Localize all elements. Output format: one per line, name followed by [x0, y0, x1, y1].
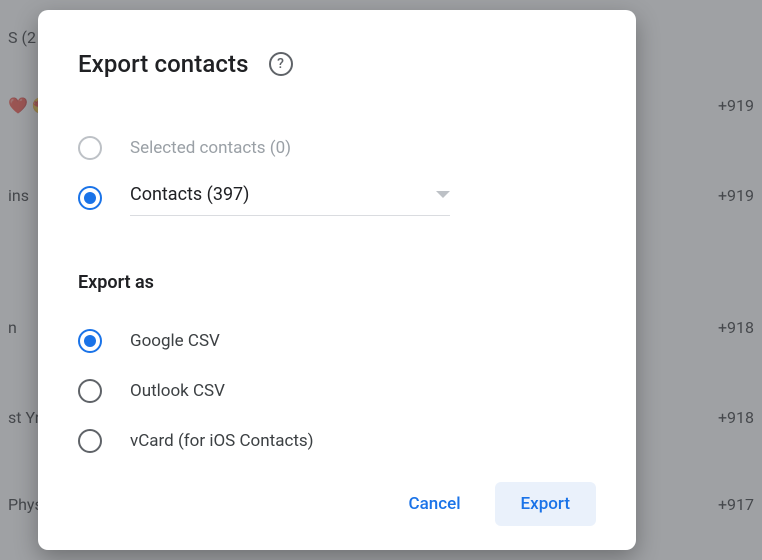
dialog-title: Export contacts	[78, 50, 249, 78]
radio-label: Selected contacts (0)	[130, 138, 291, 158]
export-contacts-dialog: Export contacts ? Selected contacts (0) …	[38, 10, 636, 550]
radio-outlook-csv[interactable]: Outlook CSV	[78, 367, 596, 415]
chevron-down-icon	[436, 191, 450, 198]
source-radio-group: Selected contacts (0) Contacts (397)	[78, 124, 596, 222]
dialog-header: Export contacts ?	[78, 50, 596, 78]
radio-selected-contacts: Selected contacts (0)	[78, 124, 596, 172]
contacts-dropdown[interactable]: Contacts (397)	[130, 180, 450, 216]
radio-google-csv[interactable]: Google CSV	[78, 317, 596, 365]
cancel-button[interactable]: Cancel	[383, 482, 487, 526]
radio-contacts[interactable]: Contacts (397)	[78, 174, 596, 222]
radio-icon	[78, 329, 102, 353]
dropdown-label: Contacts (397)	[130, 184, 249, 205]
radio-label: vCard (for iOS Contacts)	[130, 431, 314, 451]
radio-label: Outlook CSV	[130, 381, 225, 401]
radio-icon	[78, 136, 102, 160]
radio-icon	[78, 379, 102, 403]
help-icon[interactable]: ?	[269, 52, 293, 76]
radio-label: Google CSV	[130, 331, 220, 351]
export-button[interactable]: Export	[495, 482, 596, 526]
format-radio-group: Google CSV Outlook CSV vCard (for iOS Co…	[78, 317, 596, 465]
dialog-actions: Cancel Export	[78, 482, 596, 526]
radio-icon	[78, 429, 102, 453]
radio-icon	[78, 186, 102, 210]
export-as-heading: Export as	[78, 272, 596, 293]
radio-vcard[interactable]: vCard (for iOS Contacts)	[78, 417, 596, 465]
